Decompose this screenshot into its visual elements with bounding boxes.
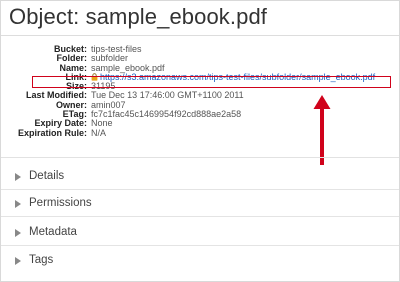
properties-divider [1, 157, 399, 158]
property-row-expiration-rule: Expiration Rule: N/A [11, 127, 393, 138]
section-label: Permissions [29, 197, 92, 209]
property-value: N/A [91, 127, 107, 138]
section-metadata[interactable]: Metadata [1, 219, 399, 246]
triangle-right-icon [15, 200, 21, 208]
section-tags[interactable]: Tags [1, 247, 399, 274]
section-permissions[interactable]: Permissions [1, 190, 399, 217]
section-details[interactable]: Details [1, 163, 399, 190]
property-value: fc7c1fac45c1469954f92cd888ae2a58 [91, 109, 242, 120]
link-highlight-annotation [32, 76, 391, 88]
section-label: Tags [29, 254, 54, 266]
section-divider [1, 245, 399, 246]
page-title: Object: sample_ebook.pdf [9, 4, 267, 29]
properties-table: Bucket: tips-test-files Folder: subfolde… [11, 44, 393, 138]
section-label: Metadata [29, 226, 77, 238]
title-divider [1, 35, 399, 36]
triangle-right-icon [15, 257, 21, 265]
property-key: Expiration Rule: [17, 127, 87, 138]
section-label: Details [29, 170, 65, 182]
triangle-right-icon [15, 173, 21, 181]
section-divider [1, 216, 399, 217]
triangle-right-icon [15, 229, 21, 237]
arrow-up-icon [313, 95, 331, 165]
object-properties-panel: Object: sample_ebook.pdf Bucket: tips-te… [0, 0, 400, 282]
